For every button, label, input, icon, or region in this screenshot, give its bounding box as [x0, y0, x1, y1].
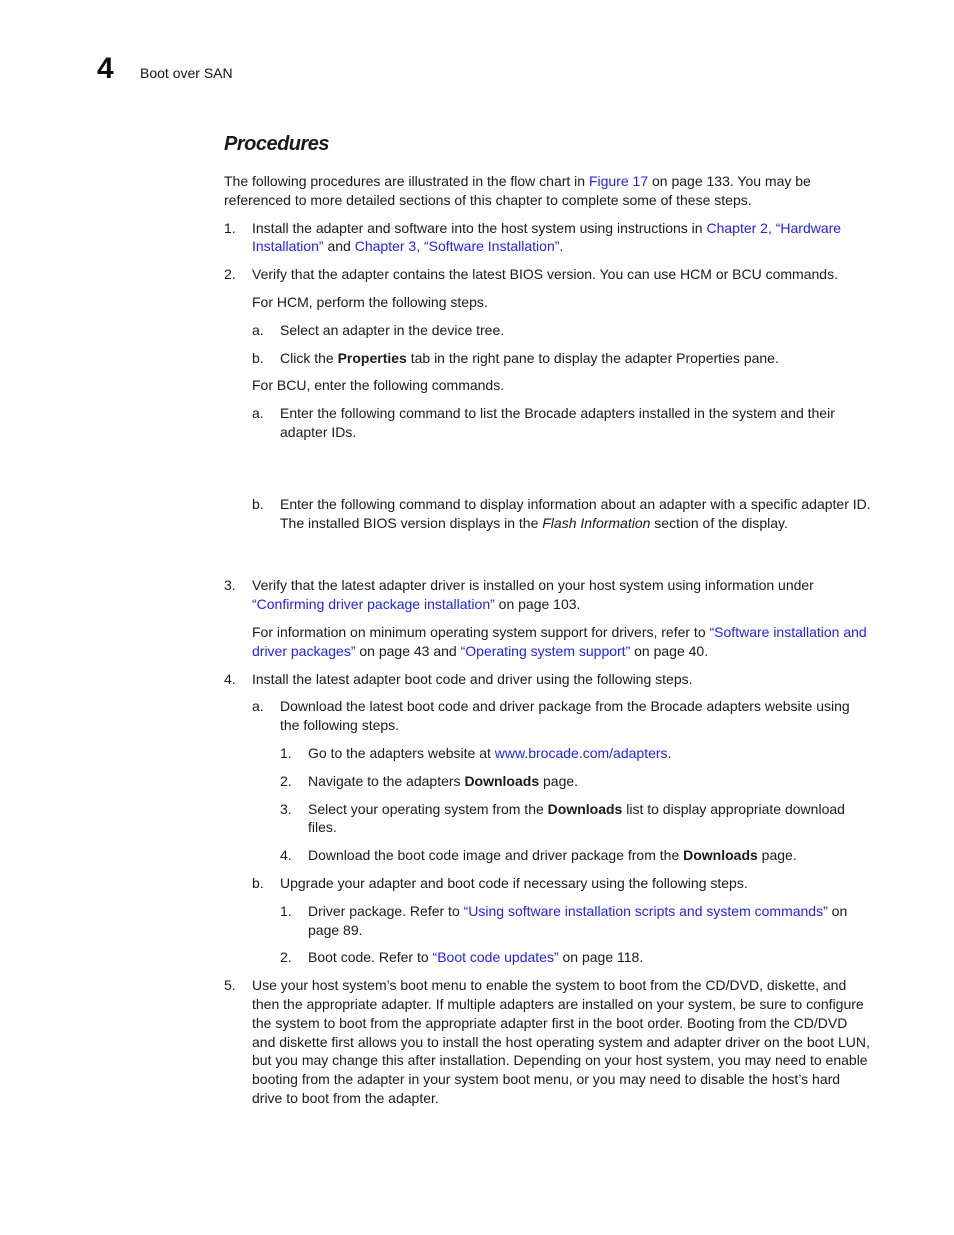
step-4a-1: 1. Go to the adapters website at www.bro… — [280, 744, 872, 763]
step-4a-3: 3. Select your operating system from the… — [280, 800, 872, 838]
text: page. — [757, 847, 797, 864]
section-title: Procedures — [224, 133, 330, 155]
step-4a-2: 2. Navigate to the adapters Downloads pa… — [280, 772, 872, 791]
step-4a: a. Download the latest boot code and dri… — [252, 697, 872, 865]
text: Install the adapter and software into th… — [252, 219, 707, 236]
text: The following procedures are illustrated… — [224, 173, 589, 189]
brocade-adapters-link[interactable]: www.brocade.com/adapters — [495, 745, 668, 761]
text: Boot code. Refer to — [308, 949, 433, 966]
text: For information on minimum operating sys… — [252, 623, 710, 640]
text: on page 103. — [494, 596, 581, 613]
text: Select your operating system from the — [308, 800, 548, 817]
step-number: 2. — [280, 949, 292, 966]
boot-code-updates-link[interactable]: “Boot code updates” — [433, 949, 559, 965]
step-letter: b. — [252, 349, 264, 366]
hcm-step-b: b. Click the Properties tab in the right… — [252, 349, 872, 368]
text: on page 43 and — [355, 642, 461, 659]
text: and — [323, 238, 355, 255]
text: on page 40. — [630, 642, 709, 659]
text: . — [667, 744, 672, 761]
step-2-text: Verify that the adapter contains the lat… — [252, 266, 838, 283]
chapter-title: Boot over SAN — [140, 65, 233, 81]
step-number: 5. — [224, 977, 236, 994]
step-3-note: For information on minimum operating sys… — [252, 623, 872, 661]
step-number: 4. — [224, 670, 236, 687]
step-4b-1: 1. Driver package. Refer to “Using softw… — [280, 902, 872, 940]
text: Click the — [280, 349, 338, 366]
text: page. — [539, 772, 579, 789]
step-3: 3. Verify that the latest adapter driver… — [224, 576, 872, 660]
bcu-step-b: b. Enter the following command to displa… — [252, 495, 872, 533]
bcu-intro: For BCU, enter the following commands. — [252, 377, 505, 394]
step-1: 1. Install the adapter and software into… — [224, 219, 872, 257]
text: Select an adapter in the device tree. — [280, 321, 505, 338]
installation-scripts-link[interactable]: “Using software installation scripts and… — [464, 903, 828, 919]
flash-information-term: Flash Information — [542, 514, 651, 531]
confirming-driver-link[interactable]: “Confirming driver package installation” — [252, 596, 495, 612]
text: tab in the right pane to display the ada… — [406, 349, 779, 366]
step-number: 3. — [224, 577, 236, 594]
text: Upgrade your adapter and boot code if ne… — [280, 874, 748, 891]
chapter-number: 4 — [97, 52, 114, 85]
properties-label: Properties — [337, 349, 407, 366]
step-4b-2: 2. Boot code. Refer to “Boot code update… — [280, 948, 872, 967]
hcm-intro: For HCM, perform the following steps. — [252, 293, 488, 310]
step-number: 2. — [224, 266, 236, 283]
procedures-content: The following procedures are illustrated… — [224, 172, 872, 1117]
step-4a-4: 4. Download the boot code image and driv… — [280, 846, 872, 865]
step-number: 1. — [224, 219, 236, 236]
step-number: 4. — [280, 847, 292, 864]
text: Verify that the latest adapter driver is… — [252, 577, 814, 594]
step-number: 1. — [280, 902, 292, 919]
step-number: 2. — [280, 772, 292, 789]
step-4b: b. Upgrade your adapter and boot code if… — [252, 874, 872, 967]
text: Driver package. Refer to — [308, 902, 464, 919]
text: Go to the adapters website at — [308, 744, 495, 761]
figure-17-link[interactable]: Figure 17 — [589, 173, 648, 189]
downloads-label: Downloads — [683, 847, 758, 864]
step-number: 3. — [280, 800, 292, 817]
text: Download the latest boot code and driver… — [280, 698, 850, 734]
text: section of the display. — [650, 514, 788, 531]
step-2: 2. Verify that the adapter contains the … — [224, 265, 872, 567]
step-letter: b. — [252, 495, 264, 512]
step-letter: b. — [252, 874, 264, 891]
text: Navigate to the adapters — [308, 772, 465, 789]
step-4-text: Install the latest adapter boot code and… — [252, 670, 693, 687]
intro-paragraph: The following procedures are illustrated… — [224, 172, 872, 210]
step-5: 5. Use your host system’s boot menu to e… — [224, 976, 872, 1108]
text: . — [559, 238, 564, 255]
step-letter: a. — [252, 698, 264, 715]
text: Enter the following command to list the … — [280, 405, 835, 440]
hcm-step-a: a. Select an adapter in the device tree. — [252, 321, 872, 340]
os-support-link[interactable]: “Operating system support” — [461, 643, 631, 659]
step-letter: a. — [252, 321, 264, 338]
text: Use your host system’s boot menu to enab… — [252, 977, 870, 1106]
downloads-label: Downloads — [547, 800, 623, 817]
text: Download the boot code image and driver … — [308, 847, 684, 864]
downloads-label: Downloads — [464, 772, 540, 789]
text: on page 118. — [558, 949, 644, 966]
step-letter: a. — [252, 405, 264, 422]
step-number: 1. — [280, 744, 292, 761]
step-4: 4. Install the latest adapter boot code … — [224, 670, 872, 968]
step-3-text: Verify that the latest adapter driver is… — [252, 576, 872, 614]
chapter-3-link[interactable]: Chapter 3, “Software Installation” — [355, 238, 560, 254]
bcu-step-a: a. Enter the following command to list t… — [252, 404, 872, 442]
